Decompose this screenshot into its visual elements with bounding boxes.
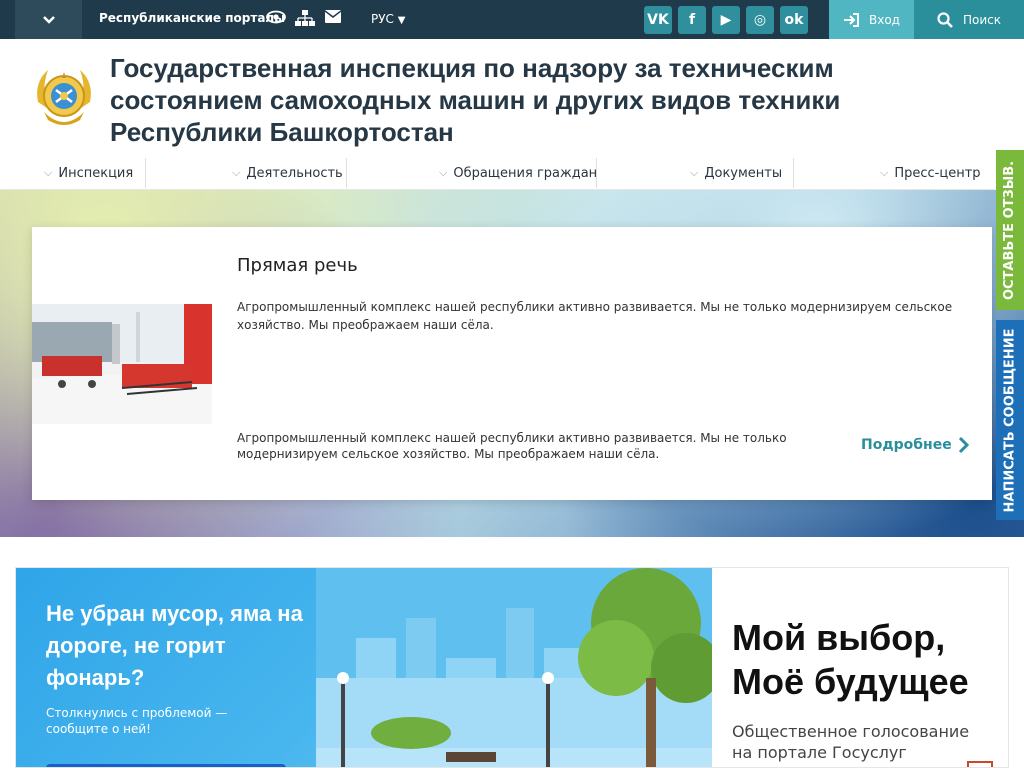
vk-icon[interactable]: VK <box>644 6 672 34</box>
promo-banner[interactable]: Не убран мусор, яма на дороге, не горит … <box>15 567 1009 768</box>
search-button[interactable]: Поиск <box>914 0 1024 39</box>
nav-item-label: Документы <box>704 165 783 181</box>
more-label: Подробнее <box>861 437 952 453</box>
checkbox-icon <box>967 761 993 767</box>
chevron-down-icon: ⌵ <box>439 166 448 179</box>
nav-divider <box>793 158 794 188</box>
youtube-icon[interactable]: ▶ <box>712 6 740 34</box>
card-text: Агропромышленный комплекс нашей республи… <box>237 431 787 461</box>
feedback-tab-label: ОСТАВЬТЕ ОТЗЫВ. <box>1002 160 1018 300</box>
sitemap-icon[interactable] <box>295 10 315 26</box>
eye-icon[interactable] <box>266 10 286 24</box>
instagram-icon[interactable]: ◎ <box>746 6 774 34</box>
nav-item-activity[interactable]: ⌵ Деятельность <box>232 156 343 190</box>
search-icon <box>937 11 953 28</box>
report-button[interactable] <box>46 764 286 767</box>
language-selector[interactable]: РУС ▼ <box>371 12 405 26</box>
emblem-logo[interactable] <box>30 62 98 132</box>
nav-item-documents[interactable]: ⌵ Документы <box>690 156 782 190</box>
chevron-down-icon: ⌵ <box>880 166 889 179</box>
main-nav: ⌵ Инспекция ⌵ Деятельность ⌵ Обращения г… <box>0 156 995 190</box>
chevron-down-icon: ⌵ <box>690 166 699 179</box>
login-icon <box>844 12 859 27</box>
card-lead: Агропромышленный комплекс нашей республи… <box>237 300 953 332</box>
chevron-down-icon: ▼ <box>397 15 406 26</box>
voting-subtitle: Общественное голосование на портале Госу… <box>732 722 970 762</box>
mail-icon[interactable] <box>325 10 341 23</box>
voting-banner[interactable]: Мой выбор, Моё будущее Общественное голо… <box>712 568 1008 767</box>
city-illustration <box>316 568 712 767</box>
nav-item-label: Пресс-центр <box>894 165 981 181</box>
login-label: Вход <box>869 12 900 27</box>
feedback-tab[interactable]: ОСТАВЬТЕ ОТЗЫВ. <box>996 150 1024 310</box>
message-tab-label: НАПИСАТЬ СООБЩЕНИЕ <box>1002 328 1018 512</box>
card-title[interactable]: Прямая речь <box>237 255 358 276</box>
nav-divider <box>145 158 146 188</box>
nav-divider <box>346 158 347 188</box>
write-message-tab[interactable]: НАПИСАТЬ СООБЩЕНИЕ <box>996 320 1024 520</box>
nav-item-press[interactable]: ⌵ Пресс-центр <box>880 156 981 190</box>
chevron-down-icon: ⌵ <box>44 166 53 179</box>
login-button[interactable]: Вход <box>829 0 914 39</box>
report-problem-banner[interactable]: Не убран мусор, яма на дороге, не горит … <box>16 568 712 767</box>
odnoklassniki-icon[interactable]: ok <box>780 6 808 34</box>
voting-title: Мой выбор, Моё будущее <box>732 617 969 702</box>
banner-subtext: Столкнулись с проблемой — сообщите о ней… <box>46 706 228 736</box>
search-label: Поиск <box>962 12 1001 27</box>
facebook-icon[interactable]: f <box>678 6 706 34</box>
nav-item-inspection[interactable]: ⌵ Инспекция <box>44 156 133 190</box>
chevron-down-icon: ⌵ <box>232 166 241 179</box>
nav-item-label: Инспекция <box>58 165 134 181</box>
nav-item-label: Деятельность <box>246 165 343 181</box>
banner-headline: Не убран мусор, яма на дороге, не горит … <box>46 601 303 690</box>
language-label: РУС <box>371 12 394 26</box>
nav-item-label: Обращения граждан <box>453 165 598 181</box>
portals-label[interactable]: Республиканские порталы <box>99 11 285 25</box>
news-photo[interactable] <box>32 304 212 424</box>
nav-item-appeals[interactable]: ⌵ Обращения граждан <box>439 156 597 190</box>
chevron-right-icon <box>958 436 969 454</box>
site-title[interactable]: Государственная инспекция по надзору за … <box>110 52 910 148</box>
nav-divider <box>596 158 597 188</box>
top-bar: Республиканские порталы РУС ▼ VK f ▶ ◎ o… <box>0 0 1024 39</box>
more-link[interactable]: Подробнее <box>861 436 970 454</box>
portals-menu-button[interactable] <box>15 0 82 39</box>
chevron-down-icon <box>42 15 55 24</box>
